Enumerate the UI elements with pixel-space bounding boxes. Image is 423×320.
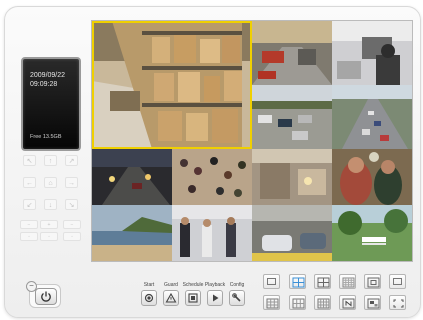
camera-beach[interactable]: [92, 205, 172, 261]
power-icon: [41, 291, 51, 302]
camera-garage-car[interactable]: [252, 205, 332, 261]
patrol-button[interactable]: ◦: [40, 232, 58, 241]
camera-crowd-plaza[interactable]: [172, 149, 252, 205]
schedule-icon: [188, 293, 198, 303]
focus-far-button[interactable]: ↘: [65, 199, 78, 210]
camera-lab-people[interactable]: [172, 205, 252, 261]
camera-office-desk[interactable]: [332, 21, 412, 85]
minimize-button[interactable]: −: [26, 281, 37, 292]
ptz-pad: ↖ ↑ ↗ ← ⌂ → ↙ ↓ ↘ − + − ◦ ◦ ◦: [20, 153, 84, 253]
auto-pan-button[interactable]: ◦: [63, 232, 81, 241]
preset-set-button[interactable]: −: [63, 220, 81, 229]
start-button[interactable]: [141, 290, 157, 306]
layout-2x2-alt-button[interactable]: [314, 274, 331, 289]
zoom-out-button[interactable]: ↗: [65, 155, 78, 166]
iris-close-button[interactable]: +: [40, 220, 58, 229]
camera-park-bench[interactable]: [332, 205, 412, 261]
camera-rail-station[interactable]: [252, 21, 332, 85]
home-button[interactable]: ⌂: [44, 177, 57, 188]
camera-highway[interactable]: [332, 85, 412, 149]
grid-4x4-icon: [342, 277, 355, 288]
pan-left-button[interactable]: ←: [23, 177, 36, 188]
camera-night-road[interactable]: [92, 149, 172, 205]
layout-custom-button[interactable]: [364, 295, 381, 310]
status-date: 2009/09/22: [30, 72, 66, 79]
sequence-icon: [342, 298, 355, 309]
fullscreen-button[interactable]: [389, 295, 406, 310]
grid-4x4-alt-icon: [317, 298, 330, 309]
layout-4x4-grid-button[interactable]: [314, 295, 331, 310]
layout-2x2-button[interactable]: [289, 274, 306, 289]
iris-open-button[interactable]: −: [20, 220, 38, 229]
grid-5x5-icon: [266, 298, 279, 309]
layout-sequence-button[interactable]: [339, 295, 356, 310]
status-free-space: Free 13.5GB: [30, 134, 62, 140]
config-label: Config: [229, 282, 245, 288]
schedule-button[interactable]: [185, 290, 201, 306]
config-button[interactable]: [229, 290, 245, 306]
grid-3x3-icon: [367, 277, 380, 288]
camera-grid: [91, 20, 413, 262]
layout-1x1-button[interactable]: [263, 274, 280, 289]
play-icon: [213, 294, 219, 302]
pan-right-button[interactable]: →: [65, 177, 78, 188]
camera-building-lobby[interactable]: [252, 149, 332, 205]
wrench-icon: [232, 293, 241, 302]
layout-3x3-button[interactable]: [364, 274, 381, 289]
layout-5x5-button[interactable]: [263, 295, 280, 310]
focus-near-button[interactable]: ↙: [23, 199, 36, 210]
guard-button[interactable]: [163, 290, 179, 306]
camera-parking-lot[interactable]: [252, 85, 332, 149]
status-time: 09:09:28: [30, 81, 58, 88]
grid-3x3-alt-icon: [292, 298, 305, 309]
record-icon: [144, 293, 154, 303]
camera-crowd-close[interactable]: [332, 149, 412, 205]
power-button[interactable]: [35, 288, 57, 305]
layout-large-button[interactable]: [389, 274, 406, 289]
layout-3x3-grid-button[interactable]: [289, 295, 306, 310]
custom-layout-icon: [367, 298, 380, 309]
layout-4x4-button[interactable]: [339, 274, 356, 289]
tilt-up-button[interactable]: ↑: [44, 155, 57, 166]
warning-icon: [165, 292, 177, 303]
grid-2x2-icon: [292, 277, 305, 288]
status-display: 2009/09/22 09:09:28 Free 13.5GB: [21, 57, 81, 151]
playback-button[interactable]: [207, 290, 223, 306]
tilt-down-button[interactable]: ↓: [44, 199, 57, 210]
zoom-in-button[interactable]: ↖: [23, 155, 36, 166]
grid-2x2-alt-icon: [317, 277, 330, 288]
preset-go-button[interactable]: ◦: [20, 232, 38, 241]
fullscreen-icon: [393, 299, 404, 308]
camera-warehouse[interactable]: [92, 21, 252, 149]
